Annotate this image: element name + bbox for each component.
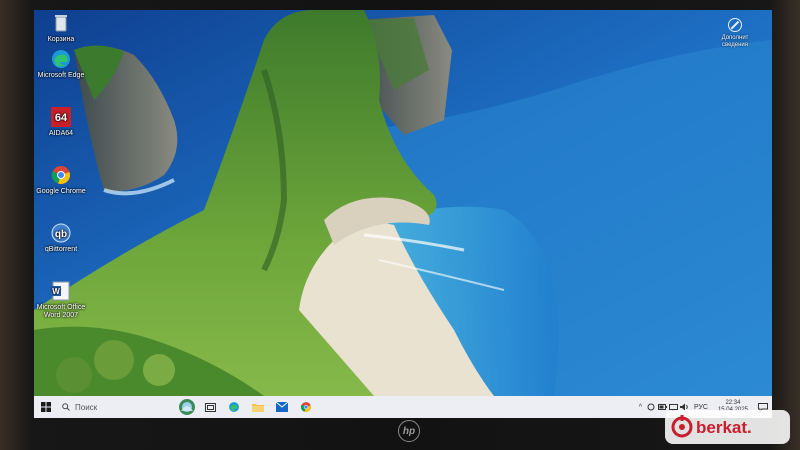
- battery-icon: [657, 404, 667, 410]
- desktop-icon-word[interactable]: W Microsoft Office Word 2007: [36, 280, 86, 338]
- cortana-button[interactable]: [176, 396, 198, 418]
- chrome-icon: [300, 402, 311, 412]
- search-box[interactable]: Поиск: [58, 396, 176, 418]
- start-button[interactable]: [34, 396, 58, 418]
- svg-text:berkat.: berkat.: [696, 418, 752, 437]
- desktop-icon-recycle-bin[interactable]: Корзина: [36, 12, 86, 48]
- search-icon: [62, 403, 70, 411]
- svg-text:qb: qb: [55, 229, 67, 240]
- desktop-icon-qbittorrent[interactable]: qb qBittorrent: [36, 222, 86, 280]
- taskbar-chrome-button[interactable]: [294, 396, 318, 418]
- clock-time: 22:34: [725, 400, 741, 406]
- activation-notice-text: Дополнит сведения: [721, 35, 749, 48]
- activation-notice[interactable]: Дополнит сведения: [710, 18, 760, 49]
- edge-icon: [50, 48, 72, 70]
- taskbar-mail-button[interactable]: [270, 396, 294, 418]
- show-hidden-icons-button[interactable]: ^: [635, 396, 646, 418]
- berkat-watermark: berkat.: [665, 410, 790, 444]
- cortana-icon: [179, 399, 195, 415]
- desktop-icon-label: Корзина: [47, 36, 75, 43]
- chrome-icon: [50, 164, 72, 186]
- search-placeholder: Поиск: [75, 402, 98, 412]
- berkat-logo-icon: berkat.: [671, 415, 752, 438]
- edge-icon: [229, 402, 239, 412]
- wallpaper-image: [34, 10, 772, 396]
- desktop-icon-label: Microsoft Edge: [37, 72, 85, 79]
- tray-app-button[interactable]: [646, 396, 657, 418]
- desktop-icon-aida64[interactable]: 64 AIDA64: [36, 106, 86, 164]
- taskbar: Поиск ^ РУС 22:34: [34, 396, 772, 418]
- tray-app-icon: [647, 403, 655, 411]
- svg-text:W: W: [52, 287, 60, 296]
- svg-text:64: 64: [55, 112, 68, 124]
- desktop-screen: Корзина Microsoft Edge 64 AIDA64 Google …: [34, 10, 772, 418]
- desktop-icon-label: Google Chrome: [36, 188, 86, 195]
- mail-icon: [276, 402, 288, 412]
- word-icon: W: [50, 280, 72, 302]
- recycle-bin-icon: [50, 12, 72, 34]
- windows-icon: [41, 402, 51, 412]
- file-explorer-icon: [252, 404, 264, 412]
- desktop-icon-label: AIDA64: [48, 130, 74, 137]
- aida64-icon: 64: [50, 106, 72, 128]
- notification-icon: [728, 18, 742, 32]
- taskbar-edge-button[interactable]: [222, 396, 246, 418]
- taskbar-explorer-button[interactable]: [246, 396, 270, 418]
- desktop-icon-label: qBittorrent: [44, 246, 78, 253]
- qbittorrent-icon: qb: [50, 222, 72, 244]
- task-view-button[interactable]: [198, 396, 222, 418]
- desktop-icon-edge[interactable]: Microsoft Edge: [36, 48, 86, 106]
- chevron-up-icon: ^: [638, 403, 643, 411]
- hp-logo: hp: [398, 420, 420, 442]
- task-view-icon: [204, 402, 216, 412]
- desktop-icon-label: Microsoft Office Word 2007: [36, 304, 86, 319]
- desktop-icons: Корзина Microsoft Edge 64 AIDA64 Google …: [36, 12, 86, 338]
- desktop-icon-chrome[interactable]: Google Chrome: [36, 164, 86, 222]
